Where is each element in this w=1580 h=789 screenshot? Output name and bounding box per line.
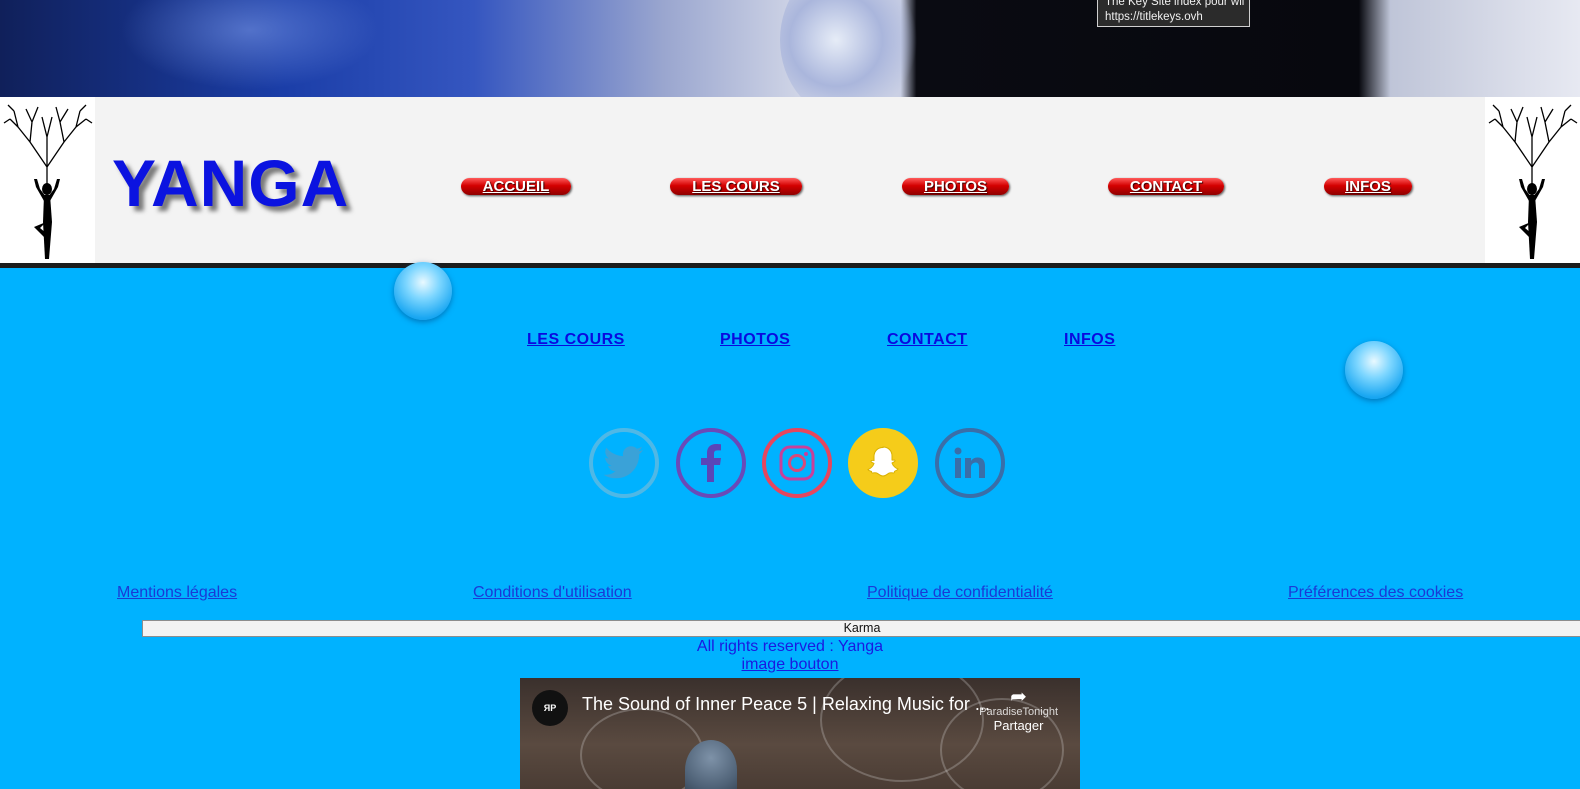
video-thumbnail-buddha [685,740,737,789]
tooltip-title: The Key Site index pour wii [1105,0,1245,8]
site-header: YANGA ACCUEIL LES COURS PHOTOS CONTACT I… [0,97,1580,268]
image-button-container: image bouton [0,656,1580,674]
karma-bar[interactable]: Karma [142,620,1580,637]
video-title[interactable]: The Sound of Inner Peace 5 | Relaxing Mu… [582,694,990,715]
banner-swirl [120,0,380,90]
nav-button-accueil[interactable]: ACCUEIL [461,178,571,195]
nav-button-les-cours[interactable]: LES COURS [670,178,802,195]
footer-link-conditions[interactable]: Conditions d'utilisation [473,584,632,602]
nav-button-infos[interactable]: INFOS [1324,178,1412,195]
channel-name: ParadiseTonight [979,706,1058,718]
facebook-icon[interactable] [676,428,746,498]
embedded-video-player[interactable]: ЯP The Sound of Inner Peace 5 | Relaxing… [520,678,1080,789]
bubble-decoration [394,262,452,320]
footer-link-mentions-legales[interactable]: Mentions légales [117,584,237,602]
share-button[interactable]: ➦ ParadiseTonight Partager [979,686,1058,733]
subnav-link-les-cours[interactable]: LES COURS [527,331,625,349]
footer-link-confidentialite[interactable]: Politique de confidentialité [867,584,1053,602]
tooltip-url: https://titlekeys.ovh [1105,11,1203,23]
instagram-icon[interactable] [762,428,832,498]
footer-link-cookies[interactable]: Préférences des cookies [1288,584,1463,602]
subnav-link-photos[interactable]: PHOTOS [720,331,790,349]
nav-button-photos[interactable]: PHOTOS [902,178,1009,195]
subnav-link-infos[interactable]: INFOS [1064,331,1115,349]
yoga-tree-logo-right [1485,97,1580,263]
browser-tooltip: The Key Site index pour wii https://titl… [1097,0,1250,27]
share-icon: ➦ [1010,686,1027,708]
yoga-tree-logo-left [0,97,95,263]
image-button-link[interactable]: image bouton [742,656,839,673]
subnav-link-contact[interactable]: CONTACT [887,331,968,349]
channel-avatar[interactable]: ЯP [532,690,568,726]
share-label: Partager [993,718,1044,733]
twitter-icon[interactable] [589,428,659,498]
top-banner-image [0,0,1580,97]
site-logo[interactable]: YANGA [112,145,349,221]
copyright-text: All rights reserved : Yanga [696,638,884,655]
banner-swirl [780,0,920,97]
linkedin-icon[interactable] [935,428,1005,498]
bubble-decoration [1345,341,1403,399]
snapchat-icon[interactable] [848,428,918,498]
nav-button-contact[interactable]: CONTACT [1108,178,1224,195]
